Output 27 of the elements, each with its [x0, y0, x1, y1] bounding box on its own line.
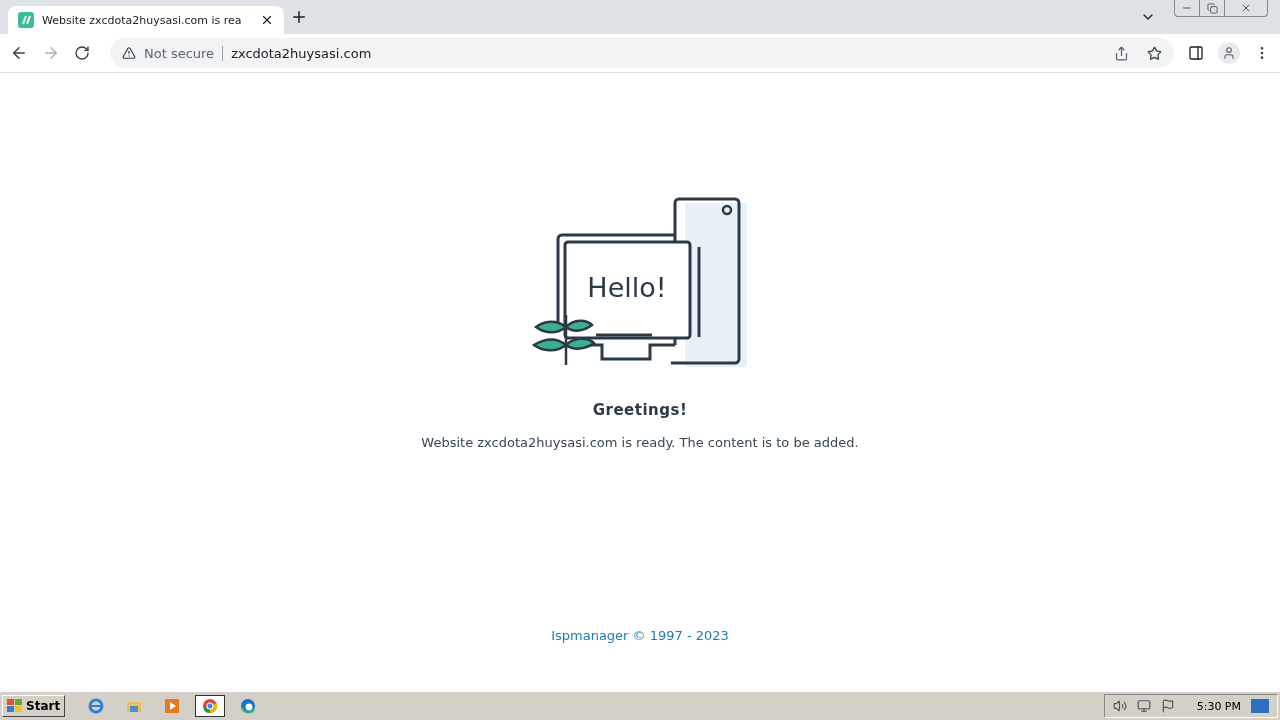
star-icon[interactable]: [1147, 45, 1162, 61]
close-icon[interactable]: [260, 13, 274, 27]
windows-logo-icon: [7, 699, 23, 713]
greeting-heading: Greetings!: [592, 401, 688, 419]
browser-tab[interactable]: Website zxcdota2huysasi.com is rea: [8, 6, 284, 34]
hello-text: Hello!: [587, 272, 667, 303]
security-label: Not secure: [144, 45, 224, 61]
side-panel-icon[interactable]: [1188, 45, 1204, 61]
play-icon: [164, 698, 181, 714]
address-bar[interactable]: Not secure zxcdota2huysasi.com: [110, 38, 1174, 68]
footer-link[interactable]: Ispmanager © 1997 - 2023: [551, 628, 729, 643]
reload-icon[interactable]: [74, 45, 90, 61]
url-text: zxcdota2huysasi.com: [231, 45, 373, 61]
site-icon: [18, 12, 34, 28]
flag-icon[interactable]: [1160, 699, 1175, 713]
taskbar-app[interactable]: [195, 695, 226, 717]
clock-text: 5:30 PM: [1196, 699, 1241, 713]
new-tab-icon[interactable]: [290, 8, 308, 26]
share-icon[interactable]: [1114, 45, 1129, 61]
speaker-icon[interactable]: [1112, 699, 1127, 713]
warning-icon: [122, 46, 136, 60]
status-message: Website zxcdota2huysasi.com is ready. The content is to be added.: [421, 435, 859, 450]
profile-icon[interactable]: [1218, 42, 1240, 64]
back-icon[interactable]: [10, 44, 28, 62]
tab-title: Website zxcdota2huysasi.com is rea: [42, 13, 243, 27]
chrome-icon: [202, 698, 219, 714]
start-button[interactable]: Start: [2, 695, 66, 717]
